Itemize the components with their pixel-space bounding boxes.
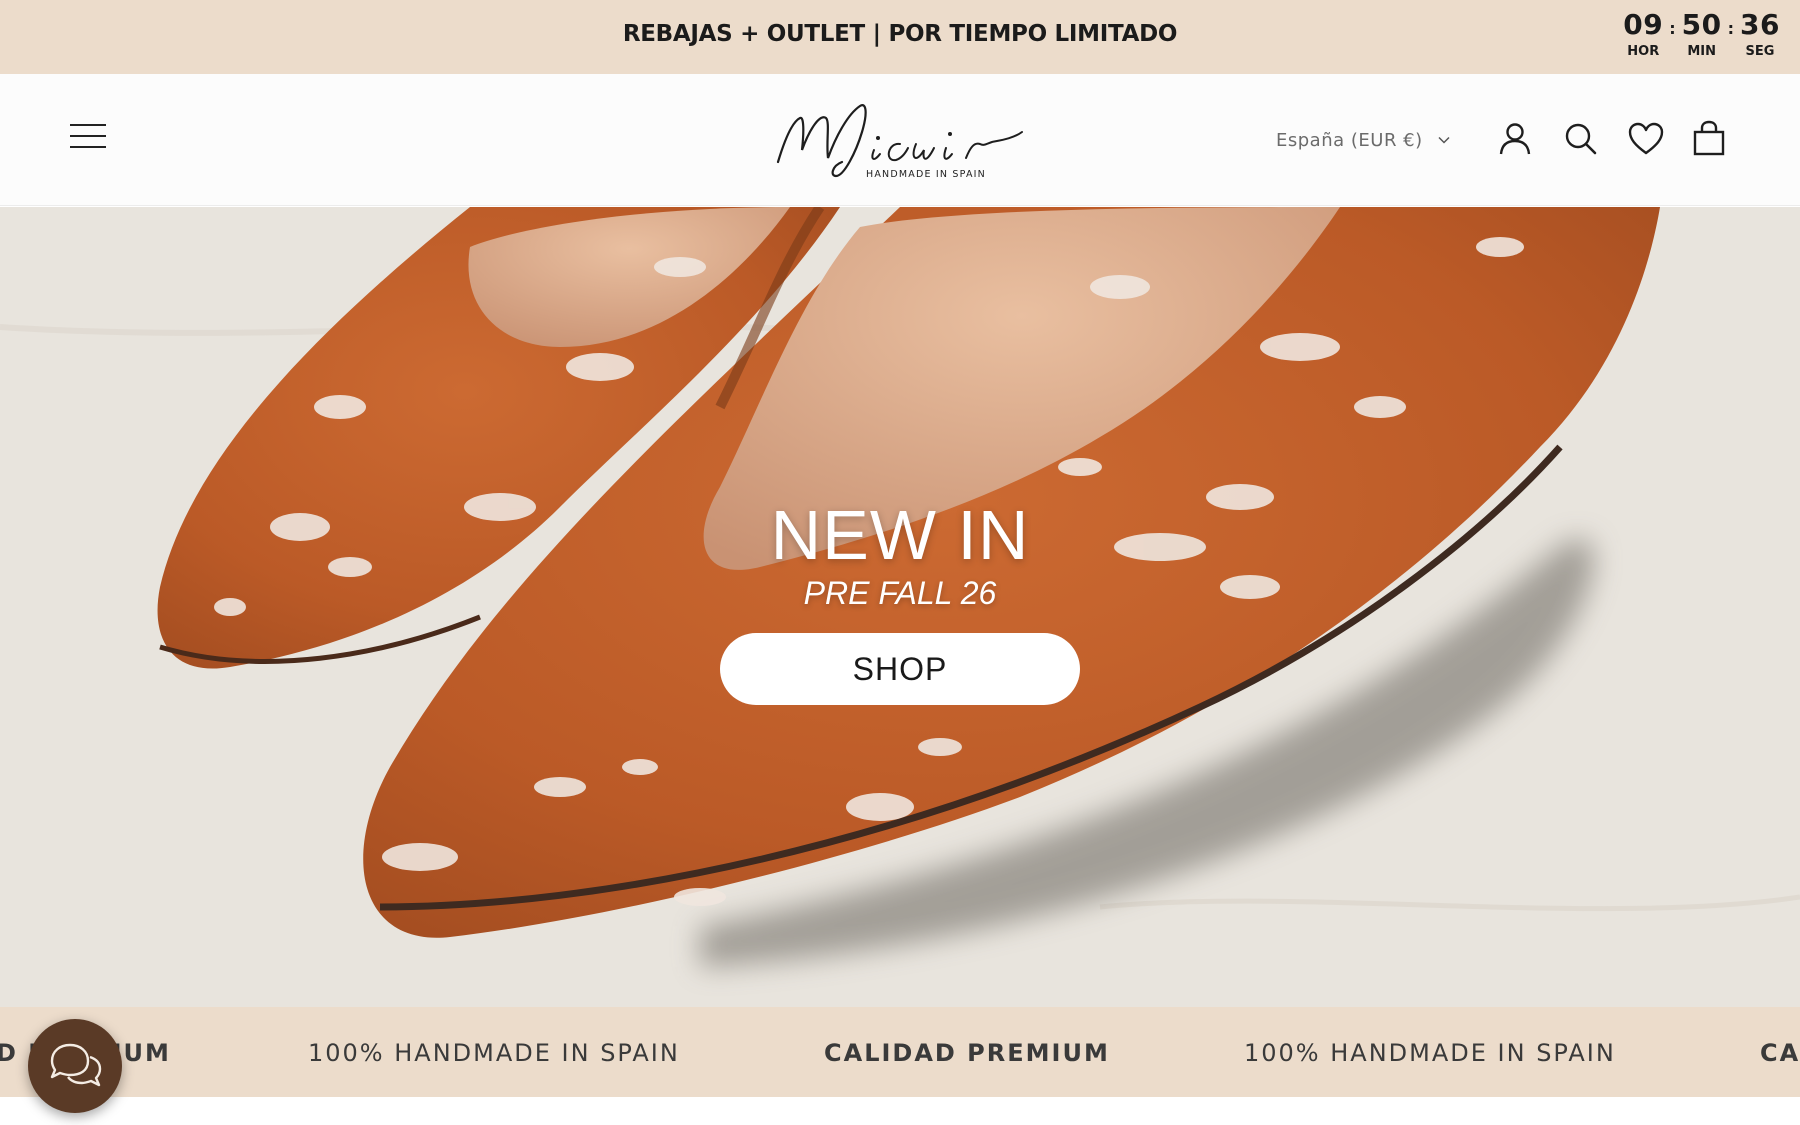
hero-subtitle: PRE FALL 26 — [803, 575, 997, 611]
countdown-timer: 09 HOR : 50 MIN : 36 SEG — [1623, 9, 1780, 60]
countdown-hours-label: HOR — [1627, 44, 1660, 59]
countdown-separator: : — [1727, 19, 1735, 38]
countdown-separator: : — [1669, 19, 1676, 38]
page-continuation — [0, 1097, 1800, 1125]
marquee-item: CALIDAD PREMIUM — [824, 1039, 1110, 1067]
cart-bag-icon[interactable] — [1690, 120, 1728, 158]
brand-tagline: HANDMADE IN SPAIN — [866, 169, 986, 180]
countdown-hours-value: 09 — [1623, 8, 1664, 41]
hero-banner[interactable]: NEW IN PRE FALL 26 SHOP — [0, 207, 1800, 1007]
chat-bubbles-icon — [50, 1043, 102, 1087]
site-header: HANDMADE IN SPAIN España (EUR €) — [0, 74, 1800, 206]
announcement-bar: REBAJAS + OUTLET | POR TIEMPO LIMITADO 0… — [0, 0, 1800, 74]
countdown-seconds: 36 SEG — [1740, 9, 1780, 60]
locale-label: España (EUR €) — [1276, 129, 1423, 151]
hero-title: NEW IN — [770, 496, 1030, 574]
countdown-hours: 09 HOR — [1623, 9, 1663, 60]
marquee-item: 100% HANDMADE IN SPAIN — [308, 1039, 680, 1067]
marquee-item: CA — [1760, 1039, 1800, 1067]
countdown-seconds-label: SEG — [1745, 44, 1775, 59]
wishlist-heart-icon[interactable] — [1627, 120, 1665, 158]
brand-logo-graphic: HANDMADE IN SPAIN — [776, 104, 1023, 180]
announcement-text: REBAJAS + OUTLET | POR TIEMPO LIMITADO — [622, 21, 1178, 47]
countdown-minutes-value: 50 — [1681, 8, 1722, 41]
shop-button[interactable]: SHOP — [720, 633, 1080, 705]
countdown-seconds-value: 36 — [1740, 8, 1780, 41]
menu-icon[interactable] — [70, 124, 110, 154]
features-marquee: D PREMIUM 100% HANDMADE IN SPAIN CALIDAD… — [0, 1007, 1800, 1097]
countdown-minutes: 50 MIN — [1682, 9, 1722, 60]
countdown-minutes-label: MIN — [1687, 44, 1716, 59]
brand-logo[interactable]: HANDMADE IN SPAIN — [770, 92, 1030, 188]
chevron-down-icon — [1438, 136, 1450, 144]
account-icon[interactable] — [1496, 120, 1534, 158]
chat-launcher-button[interactable] — [28, 1019, 122, 1113]
search-icon[interactable] — [1562, 120, 1600, 158]
marquee-item: 100% HANDMADE IN SPAIN — [1244, 1039, 1616, 1067]
locale-selector[interactable]: España (EUR €) — [1276, 125, 1451, 155]
